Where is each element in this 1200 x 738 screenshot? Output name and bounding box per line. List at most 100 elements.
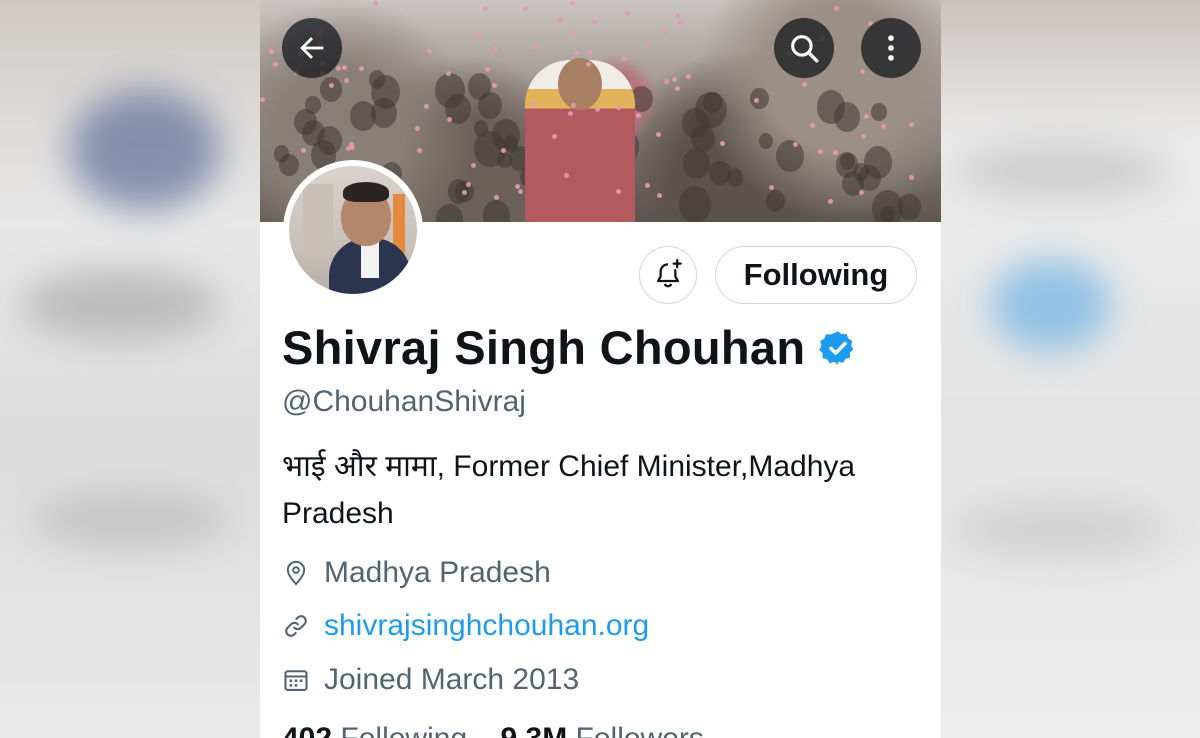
location-pin-icon [286, 560, 306, 586]
banner-petal [675, 12, 681, 18]
banner-petal [427, 48, 433, 54]
banner-petal [909, 121, 915, 127]
banner-petal [415, 125, 421, 131]
search-icon [791, 35, 819, 63]
banner-petal [622, 55, 628, 61]
link-icon [285, 615, 307, 637]
banner-petal [551, 134, 557, 140]
banner-petal [587, 50, 593, 56]
banner-petal [483, 5, 489, 11]
banner-petal [567, 110, 573, 116]
banner-petal [569, 0, 575, 6]
banner-petal [570, 103, 576, 109]
banner-petal [518, 189, 524, 195]
location-text: Madhya Pradesh [324, 556, 551, 589]
arrow-left-icon [300, 37, 324, 59]
profile-location: Madhya Pradesh [282, 556, 551, 590]
banner-petal [671, 76, 677, 82]
background-blur [951, 500, 1171, 560]
banner-petal [595, 106, 601, 112]
banner-petal [573, 50, 579, 56]
banner-petal [624, 10, 630, 16]
banner-crowd-detail [709, 160, 731, 186]
profile-bio: भाई और मामा, Former Chief Minister,Madhy… [282, 450, 856, 530]
website-link[interactable]: shivrajsinghchouhan.org [324, 609, 649, 643]
back-button[interactable] [282, 18, 342, 78]
background-blur [951, 140, 1171, 200]
banner-petal [572, 31, 578, 37]
banner-petal [828, 198, 834, 204]
followers-count: 9.3M [500, 722, 567, 738]
following-button[interactable]: Following [715, 246, 917, 304]
banner-petal [817, 148, 823, 154]
banner-crowd-detail [682, 147, 711, 180]
joined-text: Joined March 2013 [324, 663, 580, 696]
banner-petal [272, 61, 278, 67]
avatar-hair [343, 182, 389, 202]
background-blur [991, 260, 1111, 350]
banner-crowd-detail [349, 101, 376, 131]
banner-petal [657, 192, 663, 198]
more-vertical-icon [888, 35, 894, 61]
profile-handle: @ChouhanShivraj [282, 385, 526, 418]
banner-petal [662, 28, 668, 34]
background-blur [20, 270, 220, 340]
banner-petal [492, 83, 498, 89]
banner-petal [417, 147, 423, 153]
banner-crowd-detail [871, 103, 887, 122]
banner-petal [834, 5, 840, 11]
banner-petal [644, 182, 650, 188]
banner-petal [260, 97, 266, 103]
background-left [0, 0, 260, 738]
banner-petal [585, 61, 591, 67]
avatar [289, 166, 417, 294]
banner-petal [372, 0, 378, 6]
banner-crowd-detail [319, 76, 342, 103]
banner-petal [336, 65, 342, 71]
profile-website: shivrajsinghchouhan.org [282, 609, 649, 643]
more-button[interactable] [861, 18, 921, 78]
search-button[interactable] [774, 18, 834, 78]
banner-petal [446, 117, 452, 123]
verified-badge-icon[interactable] [819, 329, 857, 367]
banner-crowd-detail [750, 88, 769, 110]
banner-crowd-detail [371, 75, 401, 109]
profile-name-row: Shivraj Singh Chouhan [282, 320, 857, 375]
avatar-frame[interactable] [283, 160, 423, 300]
banner-crowd-detail [478, 91, 502, 119]
banner-crowd-detail [679, 186, 712, 222]
banner-petal [644, 43, 650, 49]
banner-crowd-detail [833, 102, 860, 132]
banner-petal [859, 68, 865, 74]
follow-stats: 402 Following 9.3M Followers [282, 722, 704, 738]
profile-joined: Joined March 2013 [282, 663, 579, 697]
banner-petal [466, 181, 472, 187]
banner-petal [476, 31, 482, 37]
banner-petal [675, 86, 681, 92]
banner-petal [328, 82, 334, 88]
banner-petal [720, 141, 726, 147]
following-stat-label: Following [340, 722, 467, 738]
profile-screen: Following Shivraj Singh Chouhan @Chouhan… [260, 0, 941, 738]
banner-petal [793, 141, 799, 147]
banner-petal [485, 67, 491, 73]
banner-petal [635, 113, 641, 119]
followers-stat[interactable]: 9.3M Followers [500, 722, 703, 738]
banner-petal [591, 18, 597, 24]
banner-petal [678, 19, 684, 25]
background-blur [70, 90, 220, 210]
banner-petal [861, 134, 867, 140]
banner-petal [446, 70, 452, 76]
followers-stat-label: Followers [576, 722, 704, 738]
banner-petal [832, 150, 838, 156]
banner-petal [300, 148, 306, 154]
banner-petal [685, 74, 691, 80]
banner-petal [523, 6, 529, 12]
banner-petal [342, 65, 348, 71]
following-stat[interactable]: 402 Following [282, 722, 467, 738]
banner-petal [863, 113, 869, 119]
banner-petal [343, 78, 349, 84]
banner-figure-head [558, 58, 602, 110]
notifications-button[interactable] [639, 246, 697, 304]
banner-petal [563, 172, 569, 178]
